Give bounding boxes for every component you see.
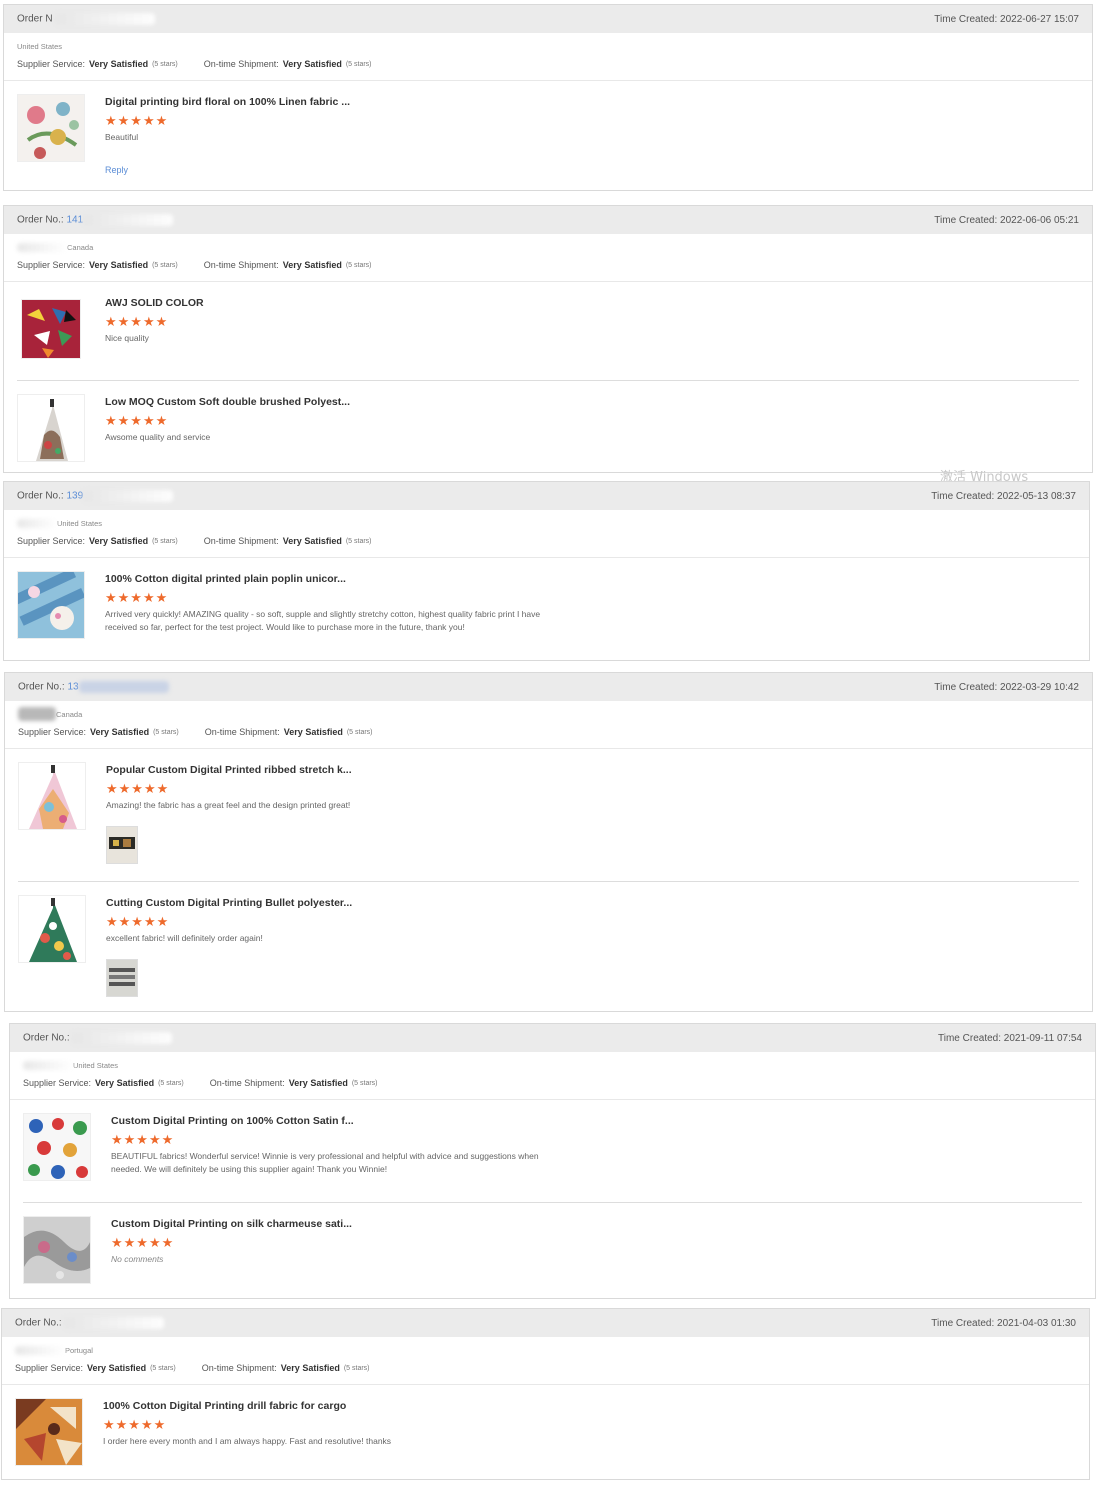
product-thumbnail[interactable] — [17, 394, 85, 462]
review-item: 100% Cotton Digital Printing drill fabri… — [2, 1385, 1089, 1483]
reply-link[interactable]: Reply — [105, 165, 350, 175]
product-thumbnail[interactable] — [17, 571, 85, 639]
time-created: Time Created: 2021-09-11 07:54 — [938, 1032, 1082, 1044]
review-comment: Awsome quality and service — [105, 432, 211, 442]
order-card: Order N Time Created: 2022-06-27 15:07 U… — [3, 4, 1093, 191]
review-photo[interactable] — [106, 958, 138, 997]
review-comment: Arrived very quickly! AMAZING quality - … — [105, 609, 541, 632]
review-item: AWJ SOLID COLOR ★★★★★ Nice quality — [4, 282, 1092, 380]
star-rating: ★★★★★ — [111, 1132, 175, 1147]
buyer-location: United States — [17, 41, 63, 51]
product-thumbnail[interactable] — [23, 1216, 91, 1284]
review-comment: excellent fabric! will definitely order … — [106, 933, 263, 943]
review-comment: Amazing! the fabric has a great feel and… — [106, 800, 351, 810]
order-card: Order No.: 141 Time Created: 2022-06-06 … — [3, 205, 1093, 473]
order-header: Order N Time Created: 2022-06-27 15:07 — [4, 5, 1092, 33]
order-header: Order No.: Time Created: 2021-09-11 07:5… — [10, 1024, 1095, 1052]
order-number: Order N — [17, 13, 156, 25]
order-card: Order No.: 13 Time Created: 2022-03-29 1… — [4, 672, 1093, 1012]
order-number: Order No.: 13 — [18, 681, 169, 693]
time-created: Time Created: 2022-03-29 10:42 — [934, 681, 1079, 693]
product-thumbnail[interactable] — [17, 94, 85, 162]
review-photo[interactable] — [106, 825, 138, 864]
time-created: Time Created: 2022-06-27 15:07 — [934, 13, 1079, 25]
order-number: Order No.: — [23, 1032, 173, 1044]
star-rating: ★★★★★ — [105, 314, 169, 329]
review-item: Cutting Custom Digital Printing Bullet p… — [5, 882, 1092, 1014]
star-rating: ★★★★★ — [105, 113, 169, 128]
review-item: Popular Custom Digital Printed ribbed st… — [5, 749, 1092, 881]
order-card: Order No.: Time Created: 2021-09-11 07:5… — [9, 1023, 1096, 1299]
order-number: Order No.: 139 — [17, 490, 174, 502]
product-thumbnail[interactable] — [21, 299, 81, 359]
product-title[interactable]: Digital printing bird floral on 100% Lin… — [105, 96, 350, 108]
buyer-location: Portugal — [2, 1337, 1089, 1355]
star-rating: ★★★★★ — [111, 1235, 175, 1250]
review-item: Low MOQ Custom Soft double brushed Polye… — [4, 381, 1092, 479]
order-header: Order No.: Time Created: 2021-04-03 01:3… — [2, 1309, 1089, 1337]
rating-summary: Supplier Service: Very Satisfied (5 stars)… — [15, 1363, 370, 1373]
review-comment: Beautiful — [105, 132, 139, 142]
buyer-location: Canada — [5, 701, 1092, 721]
star-rating: ★★★★★ — [105, 590, 169, 605]
rating-summary: Supplier Service: Very Satisfied (5 stars)… — [18, 727, 373, 737]
review-item: Custom Digital Printing on silk charmeus… — [10, 1203, 1095, 1305]
product-title[interactable]: 100% Cotton digital printed plain poplin… — [105, 573, 565, 585]
review-item: 100% Cotton digital printed plain poplin… — [4, 558, 1089, 656]
order-number: Order No.: 141 — [17, 214, 174, 226]
rating-summary: Supplier Service: Very Satisfied (5 stars)… — [17, 59, 372, 69]
star-rating: ★★★★★ — [103, 1417, 167, 1432]
product-title[interactable]: Custom Digital Printing on 100% Cotton S… — [111, 1115, 571, 1127]
star-rating: ★★★★★ — [106, 914, 170, 929]
star-rating: ★★★★★ — [105, 413, 169, 428]
order-header: Order No.: 13 Time Created: 2022-03-29 1… — [5, 673, 1092, 701]
product-title[interactable]: Low MOQ Custom Soft double brushed Polye… — [105, 396, 350, 408]
rating-summary: Supplier Service: Very Satisfied (5 stars)… — [17, 260, 372, 270]
rating-summary: Supplier Service: Very Satisfied (5 stars)… — [17, 536, 372, 546]
buyer-location: United States — [4, 510, 1089, 528]
order-card: Order No.: Time Created: 2021-04-03 01:3… — [1, 1308, 1090, 1480]
buyer-location: Canada — [4, 234, 1092, 252]
buyer-location: United States — [10, 1052, 1095, 1070]
review-comment: No comments — [111, 1254, 164, 1264]
review-comment: I order here every month and I am always… — [103, 1436, 392, 1446]
product-thumbnail[interactable] — [15, 1398, 83, 1466]
time-created: Time Created: 2022-05-13 08:37 — [931, 490, 1076, 502]
review-comment: Nice quality — [105, 333, 149, 343]
time-created: Time Created: 2022-06-06 05:21 — [934, 214, 1079, 226]
order-header: Order No.: 139 Time Created: 2022-05-13 … — [4, 482, 1089, 510]
order-card: Order No.: 139 Time Created: 2022-05-13 … — [3, 481, 1090, 661]
order-header: Order No.: 141 Time Created: 2022-06-06 … — [4, 206, 1092, 234]
product-thumbnail[interactable] — [23, 1113, 91, 1181]
product-title[interactable]: AWJ SOLID COLOR — [105, 297, 204, 309]
product-thumbnail[interactable] — [18, 895, 86, 963]
review-item: Custom Digital Printing on 100% Cotton S… — [10, 1100, 1095, 1202]
product-title[interactable]: Popular Custom Digital Printed ribbed st… — [106, 764, 352, 776]
product-title[interactable]: Custom Digital Printing on silk charmeus… — [111, 1218, 352, 1230]
product-title[interactable]: 100% Cotton Digital Printing drill fabri… — [103, 1400, 391, 1412]
rating-summary: Supplier Service: Very Satisfied (5 stars)… — [23, 1078, 378, 1088]
review-item: Digital printing bird floral on 100% Lin… — [4, 81, 1092, 191]
star-rating: ★★★★★ — [106, 781, 170, 796]
review-comment: BEAUTIFUL fabrics! Wonderful service! Wi… — [111, 1151, 539, 1174]
order-number: Order No.: — [15, 1317, 165, 1329]
product-title[interactable]: Cutting Custom Digital Printing Bullet p… — [106, 897, 352, 909]
time-created: Time Created: 2021-04-03 01:30 — [931, 1317, 1076, 1329]
product-thumbnail[interactable] — [18, 762, 86, 830]
